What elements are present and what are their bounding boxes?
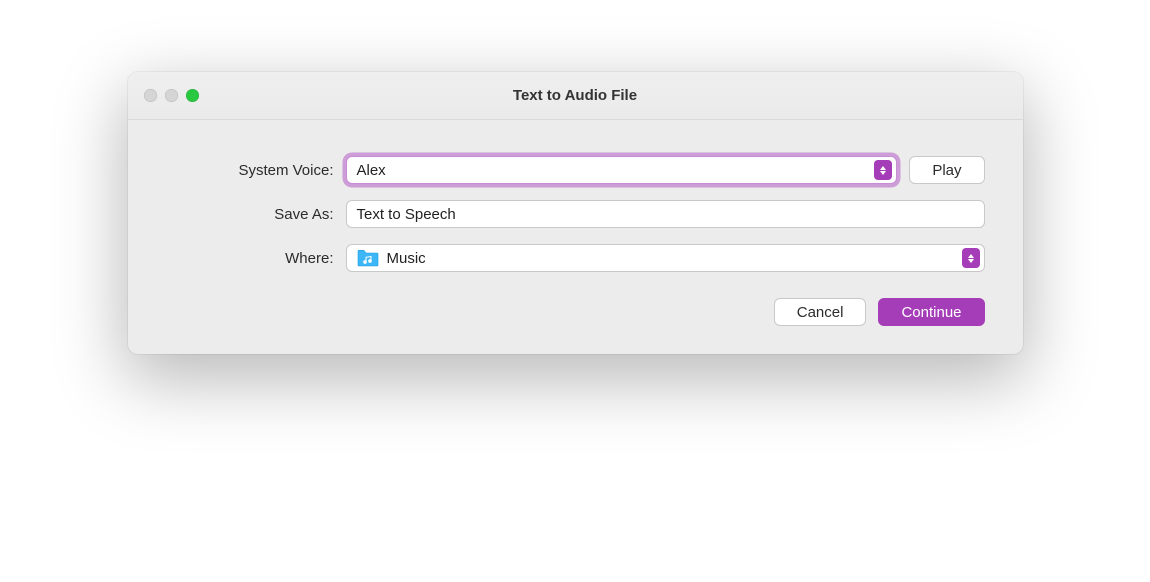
select-stepper-icon bbox=[874, 160, 892, 180]
where-label: Where: bbox=[166, 250, 346, 267]
maximize-window-icon[interactable] bbox=[186, 89, 199, 102]
save-as-label: Save As: bbox=[166, 206, 346, 223]
system-voice-label: System Voice: bbox=[166, 162, 346, 179]
system-voice-value: Alex bbox=[357, 162, 875, 179]
dialog-content: System Voice: Alex Play Save As: Text to… bbox=[128, 120, 1023, 354]
save-as-value: Text to Speech bbox=[357, 206, 456, 223]
where-select[interactable]: Music bbox=[346, 244, 985, 272]
save-as-input[interactable]: Text to Speech bbox=[346, 200, 985, 228]
where-row: Where: Music bbox=[166, 244, 985, 272]
cancel-button[interactable]: Cancel bbox=[774, 298, 867, 326]
minimize-window-icon[interactable] bbox=[165, 89, 178, 102]
folder-music-icon bbox=[357, 249, 379, 267]
system-voice-row: System Voice: Alex Play bbox=[166, 156, 985, 184]
dialog-window: Text to Audio File System Voice: Alex Pl… bbox=[128, 72, 1023, 354]
continue-button[interactable]: Continue bbox=[878, 298, 984, 326]
close-window-icon[interactable] bbox=[144, 89, 157, 102]
system-voice-select[interactable]: Alex bbox=[346, 156, 898, 184]
window-controls bbox=[144, 89, 199, 102]
where-value: Music bbox=[387, 250, 962, 267]
titlebar: Text to Audio File bbox=[128, 72, 1023, 120]
window-title: Text to Audio File bbox=[128, 87, 1023, 104]
save-as-row: Save As: Text to Speech bbox=[166, 200, 985, 228]
select-stepper-icon bbox=[962, 248, 980, 268]
play-button[interactable]: Play bbox=[909, 156, 984, 184]
dialog-buttons: Cancel Continue bbox=[166, 298, 985, 326]
